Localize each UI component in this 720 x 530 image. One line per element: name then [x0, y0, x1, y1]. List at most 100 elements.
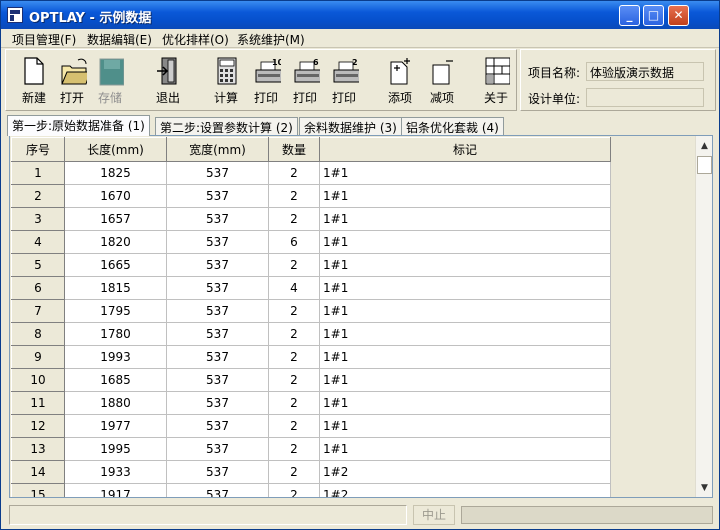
cell-length[interactable]: 1795: [64, 299, 167, 323]
app-icon[interactable]: [7, 7, 23, 23]
cell-length[interactable]: 1825: [64, 161, 167, 185]
cell-index[interactable]: 3: [11, 207, 65, 231]
table-row[interactable]: 15 1917 537 2 1#2: [11, 483, 611, 497]
menu-optimize[interactable]: 优化排样(O): [162, 31, 229, 48]
cell-index[interactable]: 11: [11, 391, 65, 415]
cell-quantity[interactable]: 6: [268, 230, 320, 254]
cell-width[interactable]: 537: [166, 276, 269, 300]
cell-index[interactable]: 13: [11, 437, 65, 461]
cell-quantity[interactable]: 2: [268, 391, 320, 415]
cell-index[interactable]: 15: [11, 483, 65, 497]
title-bar[interactable]: OPTLAY - 示例数据 _ □ ✕: [1, 1, 719, 29]
scroll-thumb[interactable]: [697, 156, 712, 174]
table-row[interactable]: 12 1977 537 2 1#1: [11, 414, 611, 438]
table-row[interactable]: 9 1993 537 2 1#1: [11, 345, 611, 369]
cell-quantity[interactable]: 2: [268, 184, 320, 208]
cell-length[interactable]: 1917: [64, 483, 167, 497]
cell-quantity[interactable]: 2: [268, 253, 320, 277]
cell-mark[interactable]: 1#1: [319, 253, 611, 277]
cell-mark[interactable]: 1#2: [319, 483, 611, 497]
tab-parameters[interactable]: 第二步:设置参数计算 (2): [155, 117, 298, 135]
cell-length[interactable]: 1657: [64, 207, 167, 231]
cell-quantity[interactable]: 2: [268, 437, 320, 461]
cell-width[interactable]: 537: [166, 368, 269, 392]
cell-width[interactable]: 537: [166, 483, 269, 497]
col-header-quantity[interactable]: 数量: [268, 137, 320, 162]
table-row[interactable]: 6 1815 537 4 1#1: [11, 276, 611, 300]
cell-index[interactable]: 2: [11, 184, 65, 208]
cell-width[interactable]: 537: [166, 253, 269, 277]
cell-width[interactable]: 537: [166, 161, 269, 185]
cell-quantity[interactable]: 2: [268, 345, 320, 369]
cell-width[interactable]: 537: [166, 299, 269, 323]
table-row[interactable]: 1 1825 537 2 1#1: [11, 161, 611, 185]
cell-width[interactable]: 537: [166, 322, 269, 346]
tab-remnant-data[interactable]: 余料数据维护 (3): [299, 117, 402, 135]
cell-width[interactable]: 537: [166, 414, 269, 438]
table-row[interactable]: 14 1933 537 2 1#2: [11, 460, 611, 484]
table-row[interactable]: 13 1995 537 2 1#1: [11, 437, 611, 461]
cell-quantity[interactable]: 2: [268, 299, 320, 323]
col-header-length[interactable]: 长度(mm): [64, 137, 167, 162]
cell-length[interactable]: 1780: [64, 322, 167, 346]
cell-length[interactable]: 1670: [64, 184, 167, 208]
menu-project[interactable]: 项目管理(F): [12, 31, 76, 48]
cell-index[interactable]: 8: [11, 322, 65, 346]
tab-aluminum-cutting[interactable]: 铝条优化套裁 (4): [401, 117, 504, 135]
cell-length[interactable]: 1815: [64, 276, 167, 300]
cell-mark[interactable]: 1#1: [319, 230, 611, 254]
project-name-field[interactable]: 体验版演示数据: [586, 62, 704, 81]
table-row[interactable]: 7 1795 537 2 1#1: [11, 299, 611, 323]
cell-index[interactable]: 7: [11, 299, 65, 323]
cell-index[interactable]: 6: [11, 276, 65, 300]
cell-quantity[interactable]: 4: [268, 276, 320, 300]
close-button[interactable]: ✕: [668, 5, 689, 26]
cell-mark[interactable]: 1#1: [319, 414, 611, 438]
menu-data-edit[interactable]: 数据编辑(E): [87, 31, 152, 48]
cell-width[interactable]: 537: [166, 184, 269, 208]
cell-width[interactable]: 537: [166, 437, 269, 461]
cell-quantity[interactable]: 2: [268, 207, 320, 231]
cell-length[interactable]: 1685: [64, 368, 167, 392]
cell-mark[interactable]: 1#1: [319, 276, 611, 300]
cell-width[interactable]: 537: [166, 345, 269, 369]
menu-system[interactable]: 系统维护(M): [237, 31, 305, 48]
table-row[interactable]: 4 1820 537 6 1#1: [11, 230, 611, 254]
cell-mark[interactable]: 1#2: [319, 460, 611, 484]
cell-quantity[interactable]: 2: [268, 368, 320, 392]
print-2-button[interactable]: 2 打印: [324, 50, 364, 110]
cell-index[interactable]: 10: [11, 368, 65, 392]
table-row[interactable]: 5 1665 537 2 1#1: [11, 253, 611, 277]
cell-quantity[interactable]: 2: [268, 161, 320, 185]
cell-mark[interactable]: 1#1: [319, 299, 611, 323]
cell-mark[interactable]: 1#1: [319, 345, 611, 369]
cell-index[interactable]: 14: [11, 460, 65, 484]
scroll-down-icon[interactable]: ▼: [696, 480, 712, 497]
cell-index[interactable]: 1: [11, 161, 65, 185]
cell-mark[interactable]: 1#1: [319, 161, 611, 185]
cell-width[interactable]: 537: [166, 460, 269, 484]
save-button[interactable]: 存储: [90, 50, 130, 110]
cell-index[interactable]: 9: [11, 345, 65, 369]
cell-index[interactable]: 5: [11, 253, 65, 277]
cell-length[interactable]: 1665: [64, 253, 167, 277]
table-row[interactable]: 11 1880 537 2 1#1: [11, 391, 611, 415]
cell-index[interactable]: 12: [11, 414, 65, 438]
table-row[interactable]: 8 1780 537 2 1#1: [11, 322, 611, 346]
col-header-index[interactable]: 序号: [11, 137, 65, 162]
cell-mark[interactable]: 1#1: [319, 184, 611, 208]
col-header-mark[interactable]: 标记: [319, 137, 611, 162]
table-row[interactable]: 3 1657 537 2 1#1: [11, 207, 611, 231]
about-button[interactable]: 关于: [476, 50, 516, 110]
cell-length[interactable]: 1977: [64, 414, 167, 438]
cell-quantity[interactable]: 2: [268, 414, 320, 438]
cell-mark[interactable]: 1#1: [319, 437, 611, 461]
add-item-button[interactable]: 添项: [380, 50, 420, 110]
maximize-button[interactable]: □: [643, 5, 664, 26]
cell-mark[interactable]: 1#1: [319, 322, 611, 346]
exit-button[interactable]: 退出: [148, 50, 188, 110]
table-row[interactable]: 2 1670 537 2 1#1: [11, 184, 611, 208]
cell-mark[interactable]: 1#1: [319, 207, 611, 231]
cell-quantity[interactable]: 2: [268, 483, 320, 497]
cell-width[interactable]: 537: [166, 207, 269, 231]
